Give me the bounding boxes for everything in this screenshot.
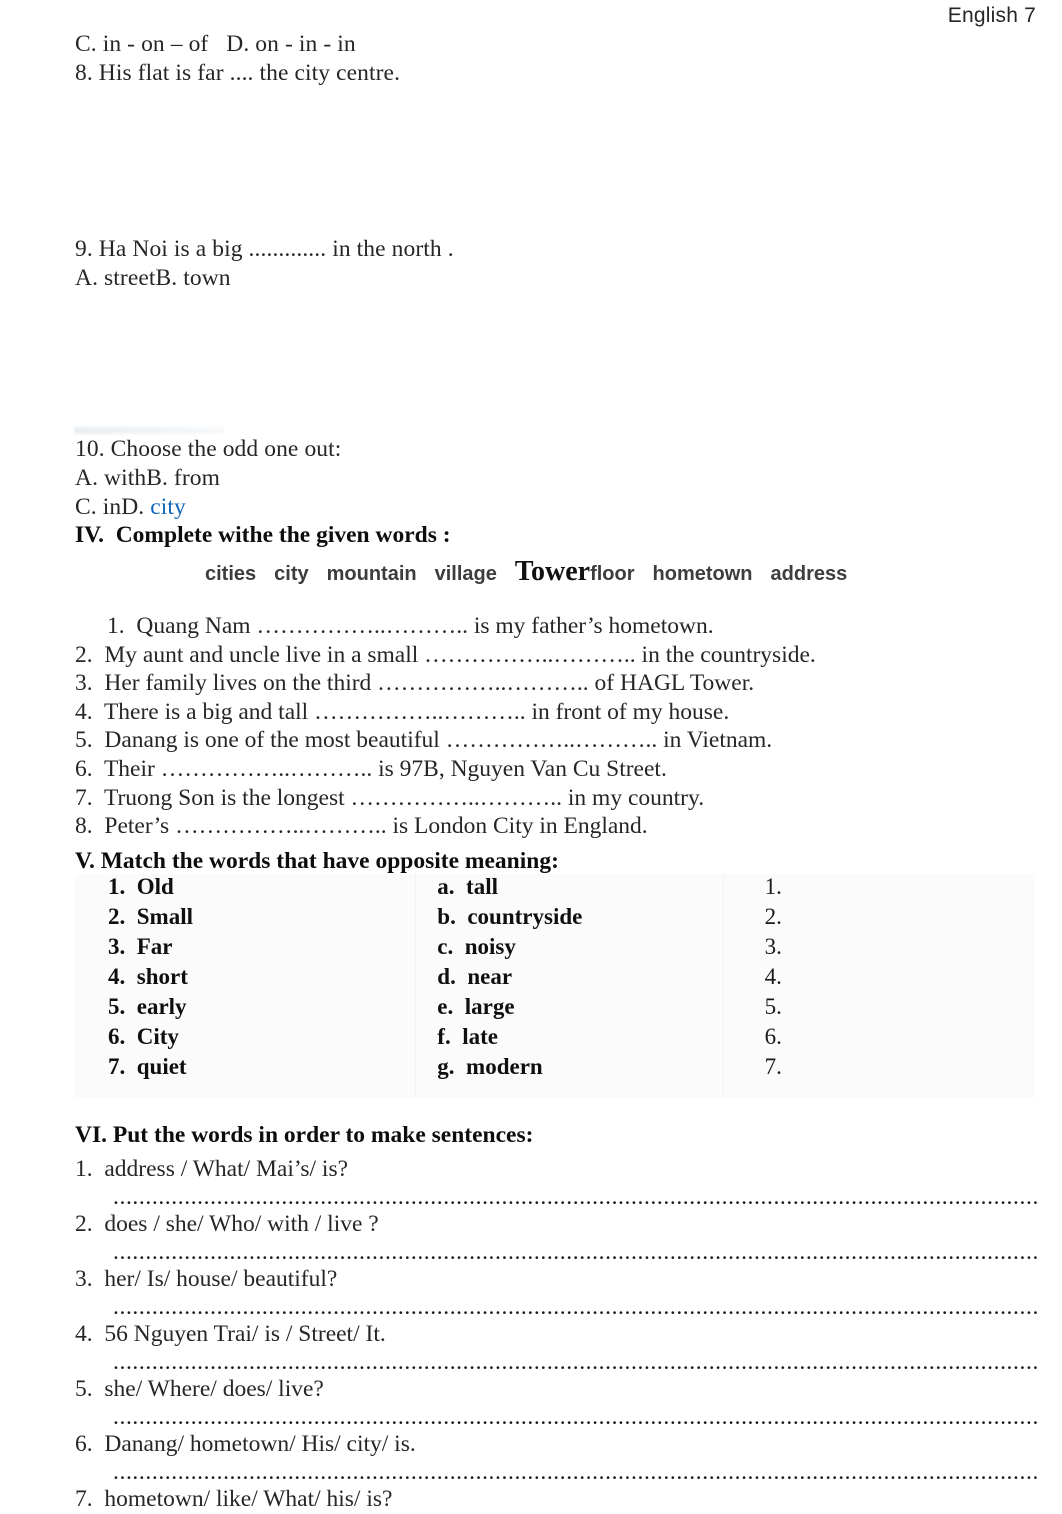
match-right-word: d. near [437,964,513,989]
fill-in-item: 5. Danang is one of the most beautiful …… [75,727,773,754]
match-left-word: 4. short [108,964,188,989]
word-bank-item-address: address [770,563,848,585]
match-right-word: e. large [437,994,515,1019]
table-row: 6. City f. late 6. [75,1024,1035,1054]
table-row: 2. Small b. countryside 2. [75,904,1035,934]
table-row: 5. early e. large 5. [75,994,1035,1024]
section-vi-items: 1. address / What/ Mai’s/ is? ..........… [75,1155,1040,1514]
word-bank-item-tower: Tower [514,556,591,587]
fill-in-item: 3. Her family lives on the third ……………..… [75,670,755,697]
match-answer-slot[interactable]: 7. [735,1054,1035,1080]
match-left-word: 3. Far [108,934,173,959]
scan-artifact-bar [74,427,224,434]
match-left-word: 7. quiet [108,1054,187,1079]
word-bank-item-city: city [274,563,309,585]
match-answer-slot[interactable]: 4. [735,964,1035,990]
question-10-prompt: 10. Choose the odd one out: [75,436,342,462]
answer-line[interactable]: ........................................… [113,1459,1040,1485]
section-v-heading: V. Match the words that have opposite me… [75,848,559,874]
word-bank-item-cities: cities [205,563,257,585]
fill-in-item: 7. Truong Son is the longest ……………..……….… [75,784,705,811]
question-10-options-cd: C. inD. city [75,493,186,522]
match-answer-slot[interactable]: 2. [735,904,1035,930]
section-iv-items: 1. Quang Nam ……………..……….. is my father’s… [75,612,1035,841]
answer-line[interactable]: ........................................… [113,1404,1040,1430]
answer-line[interactable]: ........................................… [113,1294,1040,1320]
order-item: 2. does / she/ Who/ with / live ? [75,1211,379,1237]
fill-in-item: 1. Quang Nam ……………..……….. is my father’s… [107,613,714,639]
order-item: 5. she/ Where/ does/ live? [75,1376,324,1402]
match-answer-slot[interactable]: 1. [735,874,1035,900]
match-right-word: b. countryside [437,904,583,929]
fill-in-item: 8. Peter’s ……………..……….. is London City i… [75,813,648,840]
word-bank: cities city mountain village Tower floor… [205,556,865,588]
match-answer-slot[interactable]: 5. [735,994,1035,1020]
match-left-word: 5. early [108,994,187,1019]
match-answer-slot[interactable]: 3. [735,934,1035,960]
question-9-options: A. streetB. town [75,265,231,291]
question-7-options: C. in - on – of D. on - in - in [75,31,356,57]
order-item: 6. Danang/ hometown/ His/ city/ is. [75,1431,416,1457]
question-8: 8. His flat is far .... the city centre. [75,60,401,86]
match-right-word: a. tall [437,874,498,899]
word-bank-item-village: village [434,563,497,585]
answer-line[interactable]: ........................................… [113,1184,1040,1210]
table-row: 7. quiet g. modern 7. [75,1054,1035,1084]
order-item: 3. her/ Is/ house/ beautiful? [75,1266,338,1292]
question-10-options-cd-prefix: C. inD. [75,494,151,520]
word-bank-item-mountain: mountain [326,563,417,585]
match-answer-slot[interactable]: 6. [735,1024,1035,1050]
order-item: 7. hometown/ like/ What/ his/ is? [75,1486,393,1512]
table-row: 1. Old a. tall 1. [75,874,1035,904]
table-row: 3. Far c. noisy 3. [75,934,1035,964]
match-table: 1. Old a. tall 1. 2. Small b. countrysid… [75,874,1035,1098]
table-row: 4. short d. near 4. [75,964,1035,994]
match-right-word: f. late [437,1024,498,1049]
fill-in-item: 4. There is a big and tall ……………..……….. … [75,698,730,725]
match-left-word: 2. Small [108,904,193,929]
question-10-answer: city [150,494,186,520]
answer-line[interactable]: ........................................… [113,1349,1040,1375]
order-item: 4. 56 Nguyen Trai/ is / Street/ It. [75,1321,386,1347]
section-iv-heading: IV. Complete withe the given words : [75,522,451,548]
answer-line[interactable]: ........................................… [113,1239,1040,1265]
fill-in-item: 2. My aunt and uncle live in a small ………… [75,641,816,668]
match-left-word: 1. Old [108,874,174,899]
page-title: English 7 [947,4,1036,27]
question-9: 9. Ha Noi is a big ............. in the … [75,236,454,262]
match-left-word: 6. City [108,1024,179,1049]
fill-in-item: 6. Their ……………..……….. is 97B, Nguyen Van… [75,755,667,782]
match-right-word: g. modern [437,1054,543,1079]
word-bank-item-floor: floor [590,563,635,585]
document-page: English 7 C. in - on – of D. on - in - i… [0,0,1062,1512]
match-right-word: c. noisy [437,934,516,959]
question-10-options-ab: A. withB. from [75,465,221,491]
word-bank-item-hometown: hometown [652,563,753,585]
section-vi-heading: VI. Put the words in order to make sente… [75,1122,534,1148]
order-item: 1. address / What/ Mai’s/ is? [75,1156,349,1182]
